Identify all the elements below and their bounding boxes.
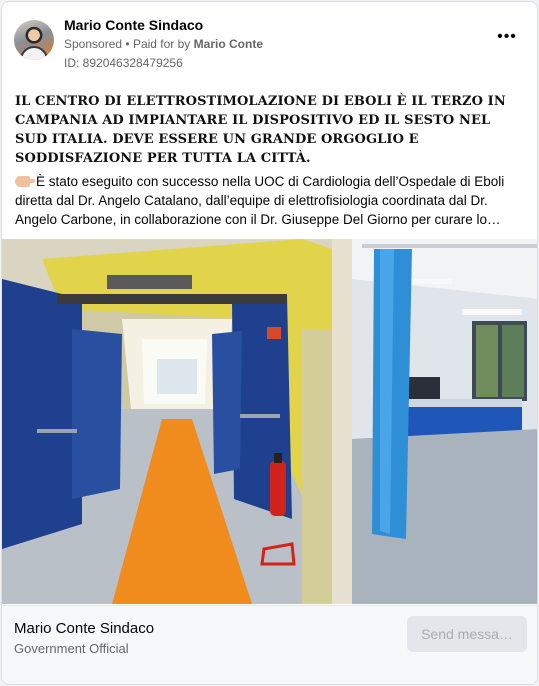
more-options-button[interactable]: •••: [493, 29, 521, 50]
sponsored-label: Sponsored: [64, 37, 123, 51]
hospital-corridor-illustration: [2, 239, 537, 604]
post-header: Mario Conte Sindaco Sponsored • Paid for…: [14, 16, 525, 72]
paid-for-label: Paid for by: [132, 37, 191, 51]
avatar-shirt-shape: [20, 46, 48, 60]
footer-page-name[interactable]: Mario Conte Sindaco: [14, 620, 154, 637]
profile-avatar[interactable]: [14, 20, 54, 60]
post-media-image[interactable]: [2, 239, 537, 604]
sponsored-line: Sponsored • Paid for by Mario Conte: [64, 37, 263, 51]
meta-separator: •: [125, 37, 130, 51]
post-body[interactable]: È stato eseguito con successo nella UOC …: [15, 172, 527, 229]
paid-by-name: Mario Conte: [193, 37, 263, 51]
post-body-text: È stato eseguito con successo nella UOC …: [15, 174, 505, 227]
post-headline: IL CENTRO DI ELETTROSTIMOLAZIONE DI EBOL…: [15, 94, 506, 166]
pointing-hand-icon: [15, 176, 35, 187]
page-name-link[interactable]: Mario Conte Sindaco: [64, 17, 203, 33]
footer-page-category: Government Official: [14, 641, 129, 656]
ad-id-text: ID: 892046328479256: [64, 56, 183, 70]
send-message-button[interactable]: Send messa…: [407, 616, 527, 652]
ad-post-card: Mario Conte Sindaco Sponsored • Paid for…: [1, 1, 538, 685]
cta-footer: Mario Conte Sindaco Government Official …: [2, 605, 537, 684]
